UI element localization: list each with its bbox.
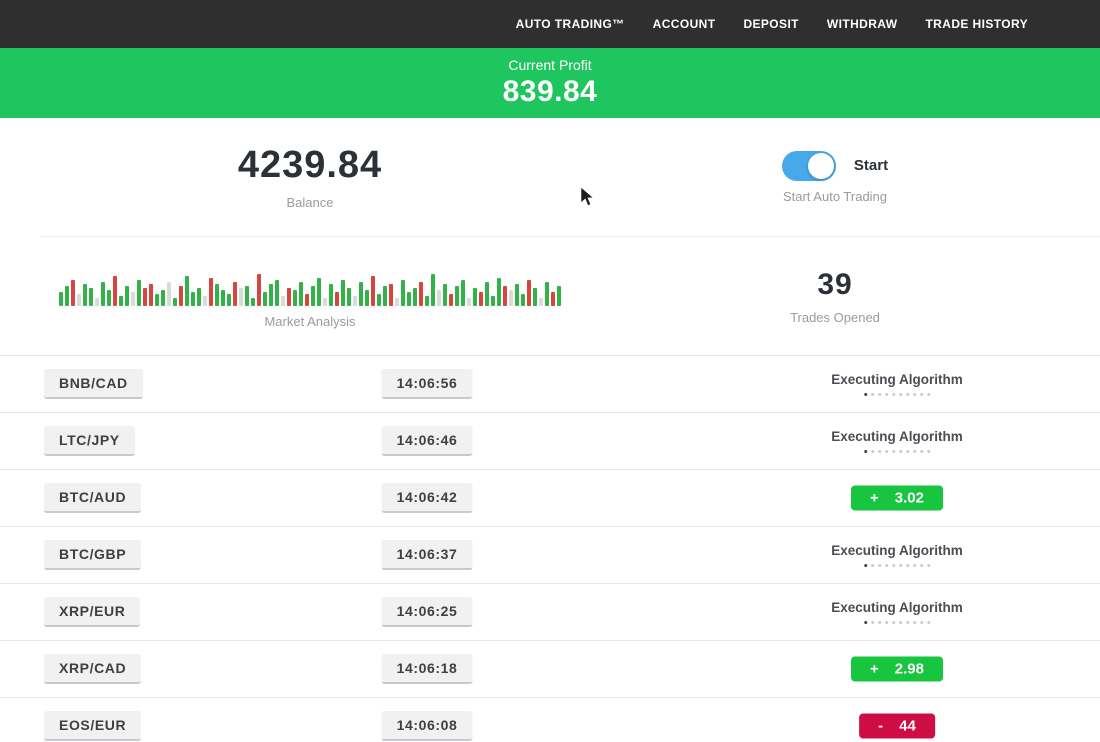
executing-label: Executing Algorithm — [831, 543, 963, 558]
executing-label: Executing Algorithm — [831, 429, 963, 444]
pair-chip: XRP/EUR — [44, 597, 140, 627]
auto-trading-toggle[interactable] — [782, 151, 836, 181]
market-analysis-row: Market Analysis 39 Trades Opened — [0, 237, 1100, 355]
nav-trade-history[interactable]: TRADE HISTORY — [925, 17, 1028, 31]
toggle-label: Start — [854, 157, 888, 174]
time-chip: 14:06:25 — [382, 597, 473, 627]
loss-badge: - 44 — [859, 714, 935, 739]
balance-value: 4239.84 — [238, 144, 382, 187]
trades-opened-label: Trades Opened — [790, 310, 880, 325]
pair-chip: EOS/EUR — [44, 711, 141, 741]
market-analysis-chart — [59, 264, 561, 306]
trades-opened-value: 39 — [817, 268, 852, 302]
profit-value: 2.98 — [895, 661, 924, 678]
executing-label: Executing Algorithm — [831, 600, 963, 615]
balance-row: 4239.84 Balance Start Start Auto Trading — [0, 118, 1100, 236]
status-profit: + 2.98 — [851, 657, 943, 682]
top-nav: AUTO TRADING™ ACCOUNT DEPOSIT WITHDRAW T… — [0, 0, 1100, 48]
status-profit: + 3.02 — [851, 486, 943, 511]
table-row: XRP/EUR 14:06:25 Executing Algorithm — [0, 583, 1100, 640]
profit-badge: + 2.98 — [851, 657, 943, 682]
progress-dots — [864, 393, 930, 396]
pair-chip: BTC/GBP — [44, 540, 141, 570]
status-loss: - 44 — [859, 714, 935, 739]
progress-dots — [864, 564, 930, 567]
profit-sign: + — [870, 490, 879, 507]
status-executing: Executing Algorithm — [831, 600, 963, 624]
current-profit-value: 839.84 — [503, 75, 598, 109]
profit-value: 3.02 — [895, 490, 924, 507]
status-executing: Executing Algorithm — [831, 429, 963, 453]
nav-auto-trading[interactable]: AUTO TRADING™ — [516, 17, 625, 31]
status-executing: Executing Algorithm — [831, 372, 963, 396]
market-analysis-label: Market Analysis — [264, 314, 355, 329]
pair-chip: LTC/JPY — [44, 426, 135, 456]
loss-sign: - — [878, 718, 883, 735]
table-row: BTC/AUD 14:06:42 + 3.02 — [0, 469, 1100, 526]
pair-chip: XRP/CAD — [44, 654, 141, 684]
time-chip: 14:06:46 — [382, 426, 473, 456]
progress-dots — [864, 621, 930, 624]
time-chip: 14:06:56 — [382, 369, 473, 399]
table-row: EOS/EUR 14:06:08 - 44 — [0, 697, 1100, 742]
current-profit-label: Current Profit — [508, 57, 591, 73]
current-profit-banner: Current Profit 839.84 — [0, 48, 1100, 118]
time-chip: 14:06:08 — [382, 711, 473, 741]
loss-value: 44 — [899, 718, 916, 735]
nav-account[interactable]: ACCOUNT — [653, 17, 716, 31]
toggle-knob — [808, 153, 834, 179]
time-chip: 14:06:37 — [382, 540, 473, 570]
executing-label: Executing Algorithm — [831, 372, 963, 387]
trades-table: BNB/CAD 14:06:56 Executing Algorithm LTC… — [0, 355, 1100, 742]
progress-dots — [864, 450, 930, 453]
auto-trading-page: AUTO TRADING™ ACCOUNT DEPOSIT WITHDRAW T… — [0, 0, 1100, 742]
nav-deposit[interactable]: DEPOSIT — [743, 17, 798, 31]
table-row: XRP/CAD 14:06:18 + 2.98 — [0, 640, 1100, 697]
time-chip: 14:06:42 — [382, 483, 473, 513]
table-row: LTC/JPY 14:06:46 Executing Algorithm — [0, 412, 1100, 469]
nav-withdraw[interactable]: WITHDRAW — [827, 17, 898, 31]
time-chip: 14:06:18 — [382, 654, 473, 684]
start-auto-trading-label: Start Auto Trading — [783, 189, 887, 204]
profit-badge: + 3.02 — [851, 486, 943, 511]
pair-chip: BNB/CAD — [44, 369, 143, 399]
status-executing: Executing Algorithm — [831, 543, 963, 567]
table-row: BNB/CAD 14:06:56 Executing Algorithm — [0, 355, 1100, 412]
balance-label: Balance — [287, 195, 334, 210]
profit-sign: + — [870, 661, 879, 678]
table-row: BTC/GBP 14:06:37 Executing Algorithm — [0, 526, 1100, 583]
pair-chip: BTC/AUD — [44, 483, 141, 513]
